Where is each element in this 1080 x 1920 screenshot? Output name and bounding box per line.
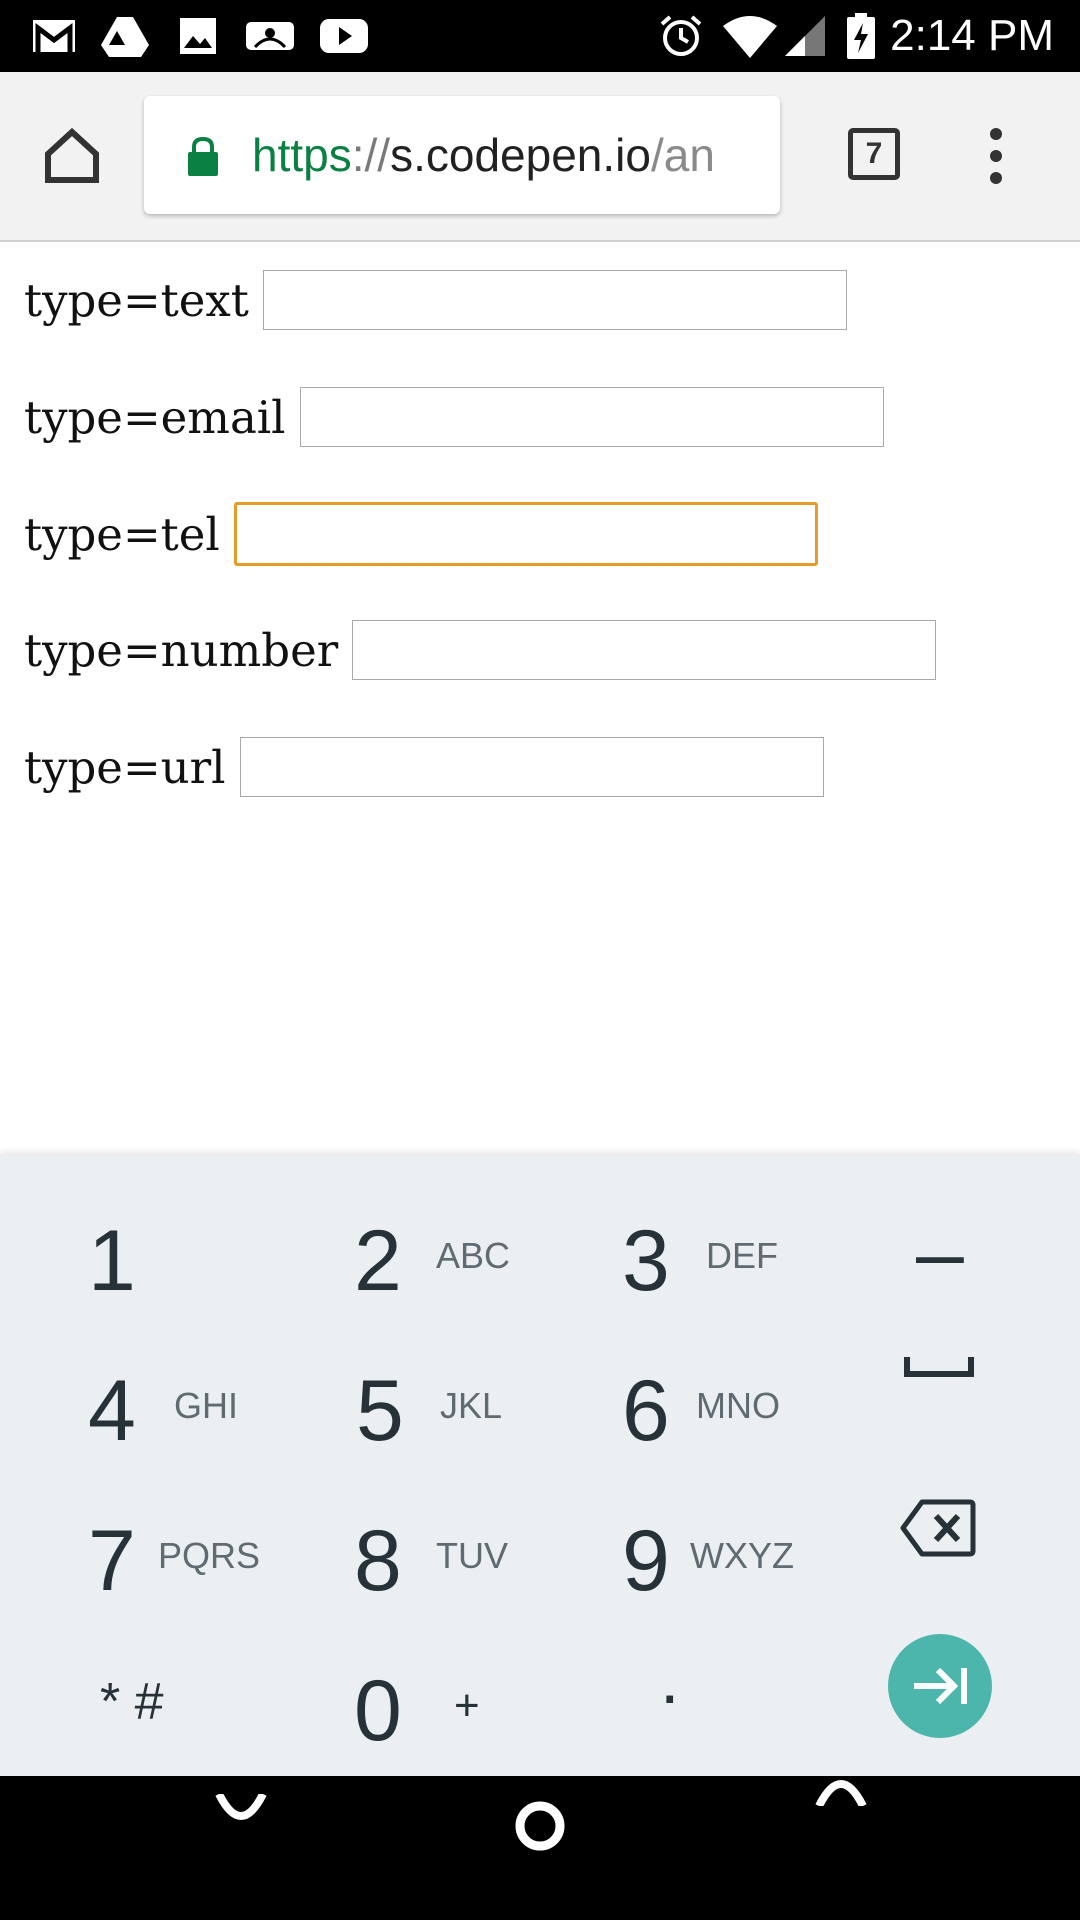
battery-charging-icon <box>846 13 876 59</box>
key-digit: 3 <box>622 1213 670 1309</box>
key-digit: 2 <box>354 1213 402 1309</box>
field-label-tel: type=tel <box>24 507 220 561</box>
key-letters: TUV <box>436 1535 508 1576</box>
key-digit: 1 <box>88 1213 136 1309</box>
home-button[interactable] <box>40 124 104 188</box>
url-scheme: https <box>252 129 352 181</box>
system-nav-bar <box>0 1776 1080 1920</box>
back-nav-icon[interactable] <box>214 1794 268 1824</box>
url-host: s.codepen.io <box>390 129 651 181</box>
key-star-hash[interactable]: * # <box>0 1604 270 1754</box>
field-row-url: type=url <box>24 735 824 799</box>
browser-toolbar: https://s.codepen.io/an 7 <box>0 72 1080 242</box>
key-letters: DEF <box>706 1235 778 1276</box>
field-label-url: type=url <box>24 740 226 794</box>
key-letters: GHI <box>174 1385 239 1426</box>
key-letters: WXYZ <box>690 1535 794 1576</box>
backspace-icon <box>900 1499 976 1557</box>
alarm-icon <box>658 14 704 58</box>
key-4[interactable]: 4 GHI <box>0 1304 270 1454</box>
key-space[interactable] <box>810 1304 1080 1454</box>
recents-nav-icon[interactable] <box>814 1776 868 1806</box>
status-bar: 2:14 PM <box>0 0 1080 72</box>
youtube-icon <box>318 14 370 58</box>
key-letters: JKL <box>440 1385 503 1426</box>
space-icon <box>904 1357 974 1377</box>
key-8[interactable]: 8 TUV <box>270 1454 540 1604</box>
home-nav-icon[interactable] <box>514 1800 566 1852</box>
url-separator: :// <box>351 129 391 181</box>
field-label-email: type=email <box>24 390 286 444</box>
key-5[interactable]: 5 JKL <box>270 1304 540 1454</box>
key-digit: 9 <box>622 1513 670 1609</box>
next-field-button[interactable] <box>888 1634 992 1738</box>
field-label-number: type=number <box>24 623 339 677</box>
key-3[interactable]: 3 DEF <box>540 1154 810 1304</box>
field-label-text: type=text <box>24 273 249 327</box>
key-digit: 4 <box>88 1363 136 1459</box>
key-7[interactable]: 7 PQRS <box>0 1454 270 1604</box>
key-digit: . <box>660 1640 680 1718</box>
address-bar[interactable]: https://s.codepen.io/an <box>144 96 780 214</box>
key-letters: MNO <box>696 1385 780 1426</box>
signal-icon <box>782 14 828 58</box>
key-0[interactable]: 0 + <box>270 1604 540 1754</box>
key-digit: 5 <box>356 1363 404 1459</box>
gallery-icon <box>176 14 220 58</box>
key-letters: PQRS <box>158 1535 261 1576</box>
key-period[interactable]: . <box>540 1604 810 1754</box>
menu-dot-icon <box>990 128 1002 140</box>
home-icon <box>45 127 99 183</box>
field-row-tel: type=tel <box>24 502 818 566</box>
gmail-icon <box>30 14 78 58</box>
field-row-number: type=number <box>24 618 937 682</box>
page-content: type=text type=email type=tel type=numbe… <box>0 242 1080 1154</box>
url-text: https://s.codepen.io/an <box>252 96 715 214</box>
key-digit: 8 <box>354 1513 402 1609</box>
field-row-text: type=text <box>24 268 847 332</box>
menu-dot-icon <box>990 150 1002 162</box>
key-digit: * # <box>100 1673 164 1731</box>
lock-icon <box>186 136 220 180</box>
text-input[interactable] <box>262 270 847 330</box>
key-dash[interactable]: – <box>810 1154 1080 1304</box>
key-digit: 0 <box>354 1663 402 1759</box>
number-input[interactable] <box>352 620 937 680</box>
key-9[interactable]: 9 WXYZ <box>540 1454 810 1604</box>
status-time: 2:14 PM <box>890 11 1054 60</box>
key-2[interactable]: 2 ABC <box>270 1154 540 1304</box>
field-row-email: type=email <box>24 385 884 449</box>
key-digit: 7 <box>88 1513 136 1609</box>
mlb-icon <box>244 14 296 58</box>
tab-next-icon <box>914 1667 967 1705</box>
tab-switcher-button[interactable]: 7 <box>848 128 900 180</box>
wifi-icon <box>720 14 780 58</box>
key-letters: ABC <box>436 1235 511 1276</box>
menu-button[interactable] <box>980 128 1012 184</box>
backspace-key[interactable] <box>810 1454 1080 1604</box>
url-input[interactable] <box>239 737 824 797</box>
key-letters: + <box>454 1681 480 1730</box>
drive-icon <box>100 14 150 58</box>
key-6[interactable]: 6 MNO <box>540 1304 810 1454</box>
key-digit: 6 <box>622 1363 670 1459</box>
key-digit: – <box>916 1205 964 1301</box>
url-path: /an <box>650 129 715 181</box>
email-input[interactable] <box>299 387 884 447</box>
menu-dot-icon <box>990 172 1002 184</box>
key-1[interactable]: 1 <box>0 1154 270 1304</box>
tel-input[interactable] <box>233 502 818 566</box>
